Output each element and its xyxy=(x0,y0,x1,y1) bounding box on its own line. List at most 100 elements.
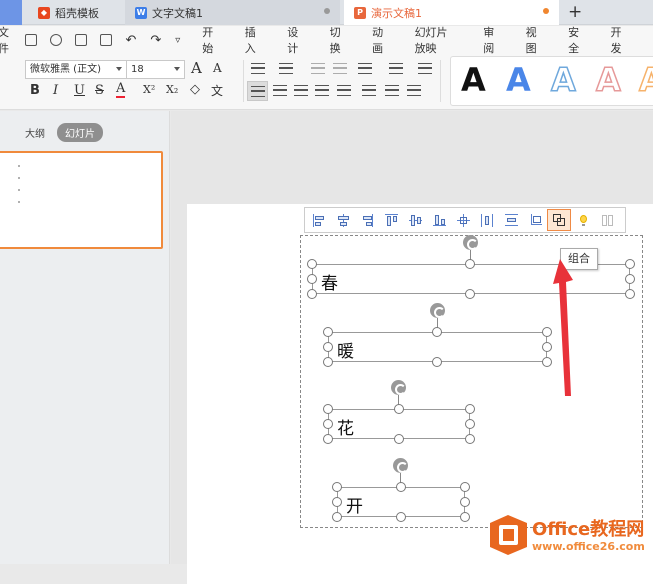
superscript-button[interactable]: X² xyxy=(143,83,155,96)
resize-handle[interactable] xyxy=(323,327,333,337)
tab-presentation[interactable]: P 演示文稿1 xyxy=(344,0,559,25)
rotate-handle-icon[interactable] xyxy=(463,235,478,250)
menu-animation[interactable]: 动画 xyxy=(372,24,389,56)
align-bottom-objects-button[interactable] xyxy=(427,209,451,231)
resize-handle[interactable] xyxy=(625,289,635,299)
resize-handle[interactable] xyxy=(323,419,333,429)
align-right-objects-button[interactable] xyxy=(355,209,379,231)
underline-button[interactable]: U xyxy=(74,83,85,98)
text-style-gallery[interactable]: A A A A A xyxy=(450,56,653,106)
more-options-button[interactable] xyxy=(595,209,619,231)
save-icon[interactable] xyxy=(25,34,38,46)
menu-security[interactable]: 安全 xyxy=(568,24,585,56)
resize-handle[interactable] xyxy=(307,274,317,284)
decrease-indent-icon[interactable] xyxy=(311,63,325,74)
tab-writer-doc[interactable]: W 文字文稿1 xyxy=(125,0,340,25)
print-icon[interactable] xyxy=(75,34,88,46)
resize-handle[interactable] xyxy=(625,274,635,284)
align-right-icon[interactable] xyxy=(294,85,308,96)
menu-start[interactable]: 开始 xyxy=(202,24,219,56)
resize-handle[interactable] xyxy=(465,404,475,414)
font-color-button[interactable]: A xyxy=(116,82,126,98)
strikethrough-button[interactable]: S xyxy=(95,83,104,98)
resize-handle[interactable] xyxy=(396,482,406,492)
align-top-objects-button[interactable] xyxy=(379,209,403,231)
resize-handle[interactable] xyxy=(460,512,470,522)
crop-button[interactable] xyxy=(523,209,547,231)
text-align-icon[interactable] xyxy=(407,85,421,96)
grow-font-button[interactable]: A xyxy=(191,59,202,77)
menu-view[interactable]: 视图 xyxy=(526,24,543,56)
resize-handle[interactable] xyxy=(542,342,552,352)
distribute-horizontal-button[interactable] xyxy=(475,209,499,231)
resize-handle[interactable] xyxy=(323,357,333,367)
numbered-list-icon[interactable] xyxy=(279,63,293,74)
columns-icon[interactable] xyxy=(358,63,372,74)
text-style-item[interactable]: A xyxy=(461,61,486,99)
resize-handle[interactable] xyxy=(307,289,317,299)
menu-review[interactable]: 审阅 xyxy=(483,24,500,56)
resize-handle[interactable] xyxy=(465,419,475,429)
rotate-handle-icon[interactable] xyxy=(391,380,406,395)
menu-file[interactable]: 文件 xyxy=(0,24,15,56)
align-left-objects-button[interactable] xyxy=(307,209,331,231)
menu-design[interactable]: 设计 xyxy=(287,24,304,56)
shrink-font-button[interactable]: A xyxy=(213,61,222,75)
resize-handle[interactable] xyxy=(323,404,333,414)
text-style-item[interactable]: A xyxy=(550,60,576,100)
resize-handle[interactable] xyxy=(465,259,475,269)
resize-handle[interactable] xyxy=(307,259,317,269)
bold-button[interactable]: B xyxy=(30,83,40,98)
font-name-select[interactable]: 微软雅黑 (正文) xyxy=(25,60,127,79)
resize-handle[interactable] xyxy=(332,512,342,522)
resize-handle[interactable] xyxy=(542,357,552,367)
resize-handle[interactable] xyxy=(323,342,333,352)
tab-outline[interactable]: 大纲 xyxy=(25,125,45,140)
customize-icon[interactable]: ▿ xyxy=(175,35,180,46)
center-on-slide-button[interactable] xyxy=(451,209,475,231)
tab-daoke-templates[interactable]: ◆ 稻壳模板 xyxy=(28,0,122,25)
align-left-button[interactable] xyxy=(247,81,268,101)
distributed-icon[interactable] xyxy=(337,85,351,96)
smart-tip-button[interactable] xyxy=(571,209,595,231)
paragraph-spacing-icon[interactable] xyxy=(362,85,376,96)
redo-icon[interactable]: ↷ xyxy=(150,33,161,48)
resize-handle[interactable] xyxy=(625,259,635,269)
text-direction-icon[interactable] xyxy=(389,63,403,74)
tab-home[interactable] xyxy=(0,0,22,25)
rotate-handle-icon[interactable] xyxy=(430,303,445,318)
align-center-objects-button[interactable] xyxy=(331,209,355,231)
resize-handle[interactable] xyxy=(465,289,475,299)
increase-indent-icon[interactable] xyxy=(333,63,347,74)
align-center-icon[interactable] xyxy=(273,85,287,96)
tab-slides[interactable]: 幻灯片 xyxy=(57,123,103,142)
menu-insert[interactable]: 插入 xyxy=(245,24,262,56)
bullet-list-icon[interactable] xyxy=(251,63,265,74)
export-icon[interactable] xyxy=(50,34,63,46)
resize-handle[interactable] xyxy=(465,434,475,444)
text-style-item[interactable]: A xyxy=(638,60,653,100)
vertical-align-icon[interactable] xyxy=(385,85,399,96)
align-middle-objects-button[interactable] xyxy=(403,209,427,231)
text-style-item[interactable]: A xyxy=(506,61,531,99)
italic-button[interactable]: I xyxy=(53,83,58,98)
menu-transition[interactable]: 切换 xyxy=(330,24,347,56)
resize-handle[interactable] xyxy=(396,512,406,522)
justify-icon[interactable] xyxy=(315,85,329,96)
font-size-select[interactable]: 18 xyxy=(126,60,185,79)
slide-thumbnail[interactable] xyxy=(0,151,163,249)
resize-handle[interactable] xyxy=(460,497,470,507)
resize-handle[interactable] xyxy=(332,497,342,507)
resize-handle[interactable] xyxy=(542,327,552,337)
subscript-button[interactable]: X₂ xyxy=(166,83,178,96)
group-button[interactable] xyxy=(547,209,571,231)
resize-handle[interactable] xyxy=(323,434,333,444)
resize-handle[interactable] xyxy=(460,482,470,492)
resize-handle[interactable] xyxy=(394,404,404,414)
text-style-item[interactable]: A xyxy=(595,60,621,100)
rotate-handle-icon[interactable] xyxy=(393,458,408,473)
menu-developer[interactable]: 开发 xyxy=(611,24,628,56)
undo-icon[interactable]: ↶ xyxy=(125,33,136,48)
distribute-vertical-button[interactable] xyxy=(499,209,523,231)
phonetic-icon[interactable]: 文 xyxy=(211,82,223,99)
